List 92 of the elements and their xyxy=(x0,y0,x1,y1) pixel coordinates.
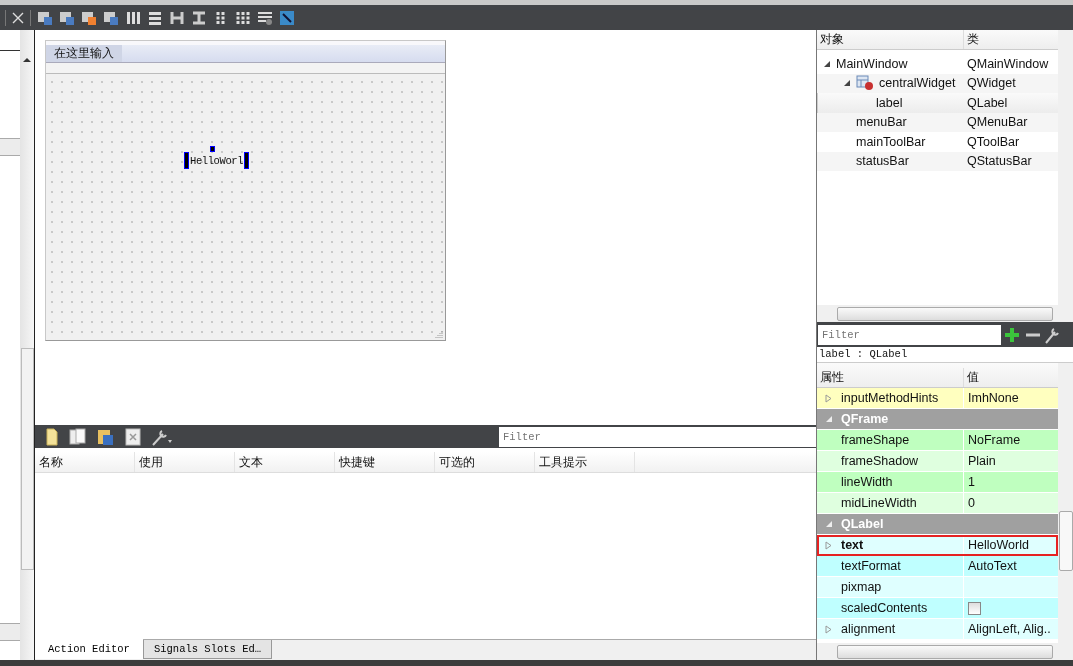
property-row[interactable]: pixmap xyxy=(817,577,1058,598)
property-name: pixmap xyxy=(841,580,882,594)
expand-arrow-icon[interactable] xyxy=(823,59,831,68)
property-name: lineWidth xyxy=(841,475,893,489)
grid-icon[interactable] xyxy=(235,9,251,26)
property-row[interactable]: lineWidth 1 xyxy=(817,472,1058,493)
property-name: frameShadow xyxy=(841,454,919,468)
paste-icon[interactable] xyxy=(97,427,115,446)
plus-icon[interactable] xyxy=(1004,325,1022,344)
property-value: 1 xyxy=(968,475,975,489)
property-name: scaledContents xyxy=(841,601,928,615)
wrench-icon[interactable] xyxy=(151,427,173,446)
property-value: AlignLeft, Alig.. xyxy=(968,622,1051,636)
horizontal-split-icon[interactable] xyxy=(169,9,185,26)
column-header[interactable]: 使用 xyxy=(135,452,235,472)
column-header[interactable]: 值 xyxy=(964,368,1058,387)
new-document-icon[interactable] xyxy=(45,427,59,446)
tab[interactable]: Signals Slots Ed… xyxy=(142,640,273,659)
vertical-scrollbar[interactable] xyxy=(1058,30,1073,305)
property-value: ImhNone xyxy=(968,391,1019,405)
property-name: textFormat xyxy=(841,559,901,573)
property-name: text xyxy=(841,538,864,552)
wrench-icon[interactable] xyxy=(1044,325,1062,344)
rows-icon[interactable] xyxy=(147,9,163,26)
selection-handle[interactable] xyxy=(244,152,250,169)
widget-icon xyxy=(856,75,874,92)
property-name: alignment xyxy=(841,622,896,636)
property-row[interactable]: inputMethodHints ImhNone xyxy=(817,388,1058,409)
menu-placeholder[interactable]: 在这里输入 xyxy=(46,45,122,62)
class-name: QToolBar xyxy=(966,134,1021,149)
label-widget[interactable]: HelloWorl xyxy=(189,154,245,167)
column-header[interactable]: 类 xyxy=(964,30,1058,49)
object-name: mainToolBar xyxy=(856,134,926,149)
property-name: inputMethodHints xyxy=(841,391,939,405)
property-value: AutoText xyxy=(968,559,1017,573)
group-name: QFrame xyxy=(841,412,889,426)
copy-documents-icon[interactable] xyxy=(69,427,87,446)
selection-handle[interactable] xyxy=(210,146,215,152)
class-name: QMainWindow xyxy=(966,56,1050,71)
property-name: frameShape xyxy=(841,433,910,447)
property-name: midLineWidth xyxy=(841,496,917,510)
filter-field[interactable]: Filter xyxy=(818,324,1001,345)
tree-row[interactable]: menuBar QMenuBar xyxy=(817,112,1058,132)
window-icon[interactable] xyxy=(37,9,53,26)
object-name: statusBar xyxy=(856,154,909,169)
property-value: 0 xyxy=(968,496,975,510)
class-name: QStatusBar xyxy=(966,154,1033,169)
vertical-scrollbar[interactable] xyxy=(20,30,34,660)
column-header[interactable]: 名称 xyxy=(35,452,135,472)
tree-row[interactable]: statusBar QStatusBar xyxy=(817,151,1058,171)
horizontal-scrollbar[interactable] xyxy=(817,643,1073,660)
property-value: HelloWorld xyxy=(968,538,1029,552)
property-value: Plain xyxy=(968,454,996,468)
column-header[interactable]: 可选的 xyxy=(435,452,535,472)
selection-handle[interactable] xyxy=(184,152,189,169)
class-name: QWidget xyxy=(966,76,1017,91)
property-row[interactable]: frameShadow Plain xyxy=(817,451,1058,472)
column-header[interactable]: 工具提示 xyxy=(535,452,635,472)
vertical-split-icon[interactable] xyxy=(191,9,207,26)
property-row[interactable]: scaledContents xyxy=(817,598,1058,619)
vertical-scrollbar[interactable] xyxy=(1058,363,1073,643)
column-header[interactable]: 文本 xyxy=(235,452,335,472)
close-icon[interactable] xyxy=(12,11,24,24)
columns-icon[interactable] xyxy=(125,9,141,26)
checkbox[interactable] xyxy=(968,601,981,615)
property-value: NoFrame xyxy=(968,433,1021,447)
delete-icon[interactable] xyxy=(125,427,141,446)
object-name: label xyxy=(876,95,903,110)
filter-field[interactable]: Filter xyxy=(499,426,816,447)
property-row[interactable]: frameShape NoFrame xyxy=(817,430,1058,451)
property-row[interactable]: midLineWidth 0 xyxy=(817,493,1058,514)
resize-grip-icon[interactable] xyxy=(435,330,443,338)
class-name: QMenuBar xyxy=(966,115,1029,130)
tree-row[interactable]: mainToolBar QToolBar xyxy=(817,132,1058,152)
tree-row[interactable]: MainWindow QMainWindow xyxy=(817,54,1058,74)
property-row[interactable]: text HelloWorld xyxy=(817,535,1058,556)
horizontal-scrollbar[interactable] xyxy=(817,305,1073,322)
class-name: QLabel xyxy=(966,95,1009,110)
column-header[interactable]: 快捷键 xyxy=(335,452,435,472)
object-name: centralWidget xyxy=(879,76,956,91)
tree-row[interactable]: centralWidget QWidget xyxy=(817,73,1058,93)
property-row[interactable]: alignment AlignLeft, Alig.. xyxy=(817,619,1058,640)
property-row[interactable]: textFormat AutoText xyxy=(817,556,1058,577)
column-header[interactable]: 属性 xyxy=(817,368,964,387)
column-header[interactable]: 对象 xyxy=(817,30,964,49)
form-layout-icon[interactable] xyxy=(257,9,273,26)
tree-row[interactable]: label QLabel xyxy=(817,93,1058,113)
object-name: menuBar xyxy=(856,115,907,130)
group-name: QLabel xyxy=(841,517,884,531)
object-name: MainWindow xyxy=(836,56,908,71)
tab[interactable]: Action Editor xyxy=(35,639,143,659)
expand-arrow-icon[interactable] xyxy=(843,79,851,88)
